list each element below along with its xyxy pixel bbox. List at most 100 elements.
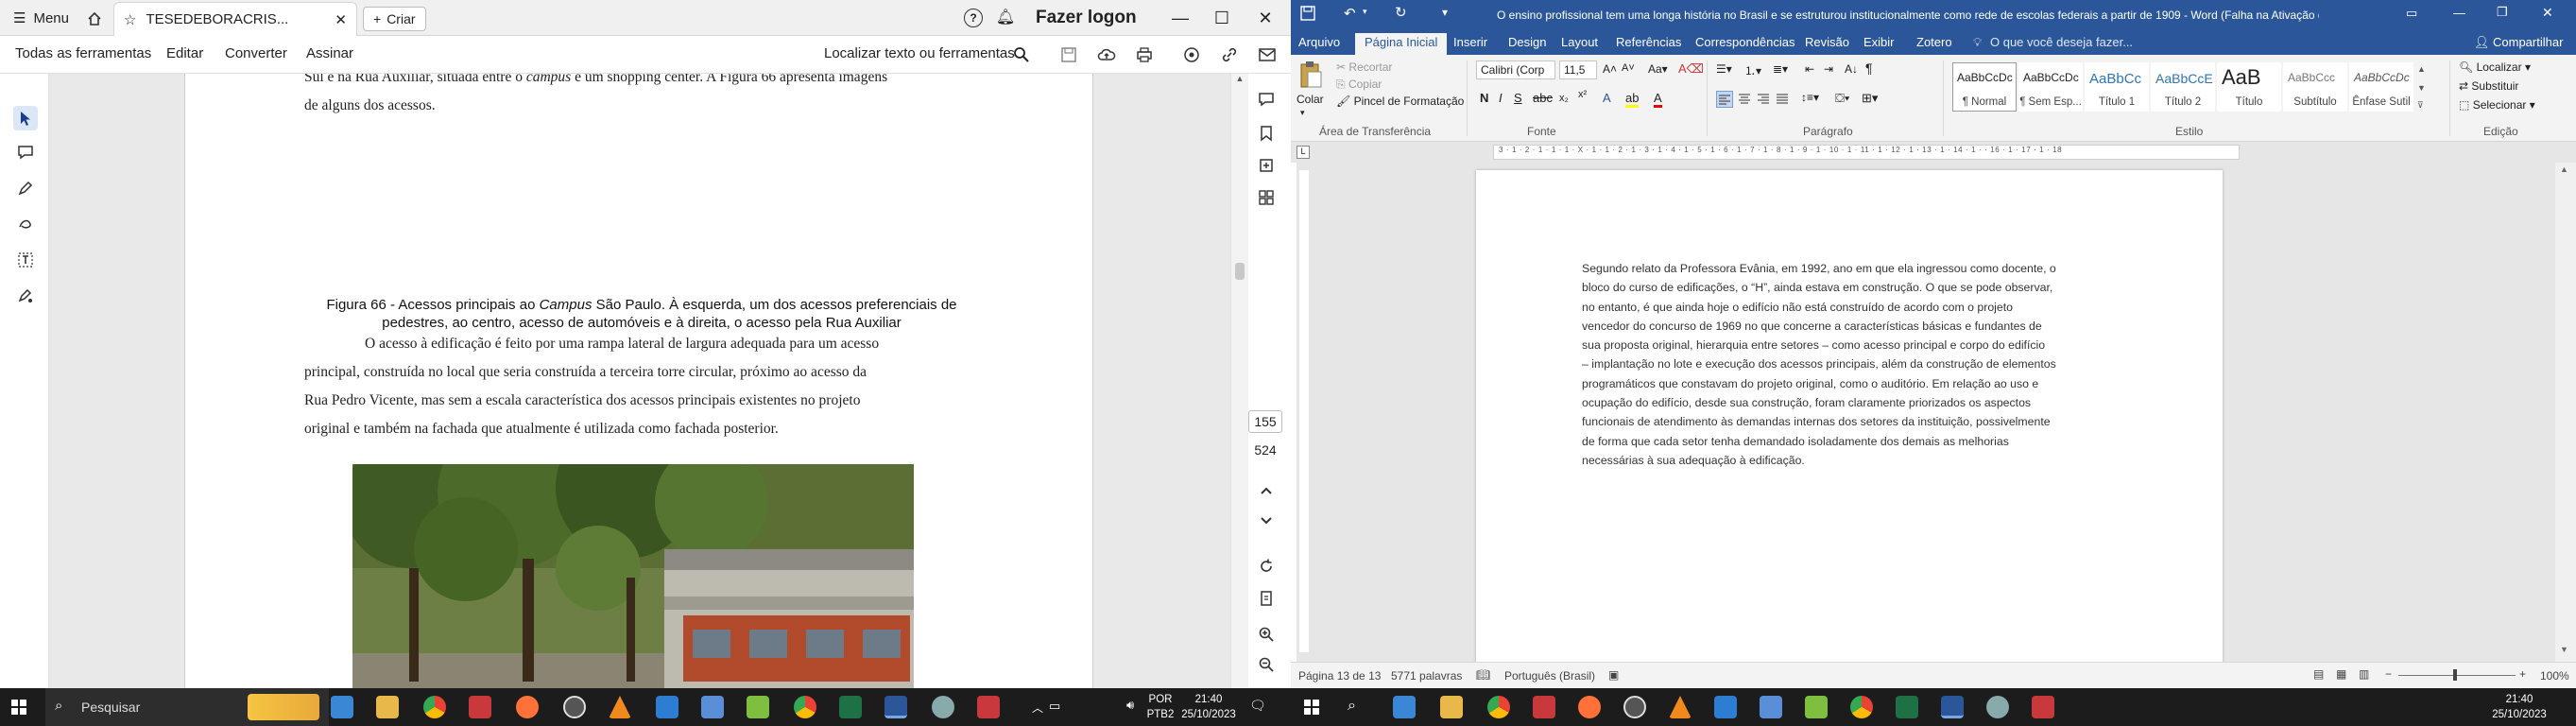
- current-page-field[interactable]: 155: [1248, 410, 1282, 433]
- grow-font-icon[interactable]: A˄: [1603, 62, 1617, 76]
- sign-in-button[interactable]: Fazer logon: [1036, 4, 1137, 32]
- page-fit-icon[interactable]: [1256, 588, 1277, 609]
- word-icon[interactable]: [884, 696, 907, 718]
- todo-icon[interactable]: [1714, 696, 1737, 718]
- sort-icon[interactable]: A↓: [1845, 62, 1858, 76]
- previous-page-icon[interactable]: [1256, 480, 1277, 501]
- draw-freehand-icon[interactable]: [13, 212, 38, 236]
- chrome-profile-icon[interactable]: [1850, 696, 1873, 718]
- excel-icon[interactable]: [1896, 696, 1918, 718]
- todo-icon[interactable]: [656, 696, 678, 718]
- multilevel-list-icon[interactable]: ≣▾: [1773, 62, 1788, 76]
- tab-home[interactable]: Página Inicial: [1355, 33, 1448, 55]
- scroll-thumb[interactable]: [1235, 263, 1245, 280]
- increase-indent-icon[interactable]: ⇥: [1824, 62, 1833, 76]
- body-paragraph[interactable]: Segundo relato da Professora Evânia, em …: [1582, 259, 2121, 470]
- windows-start-icon[interactable]: [1304, 700, 1319, 717]
- save-icon[interactable]: [1058, 44, 1079, 65]
- minimize-icon[interactable]: —: [1160, 4, 1200, 32]
- font-size-field[interactable]: 11,5: [1559, 60, 1597, 79]
- firefox-icon[interactable]: [516, 696, 539, 718]
- app-icon[interactable]: [1805, 696, 1828, 718]
- copy-button[interactable]: ⎘ Copiar: [1336, 78, 1382, 92]
- home-icon[interactable]: [83, 8, 106, 30]
- print-layout-icon[interactable]: ▦: [2336, 667, 2346, 681]
- chrome-icon[interactable]: [423, 696, 446, 718]
- highlight-pen-icon[interactable]: [13, 176, 38, 200]
- add-comment-icon[interactable]: [13, 140, 38, 164]
- mail-icon[interactable]: [1393, 696, 1416, 718]
- style-option[interactable]: AaB Título: [2217, 62, 2281, 112]
- shrink-font-icon[interactable]: A˅: [1622, 62, 1635, 74]
- undo-dropdown-icon[interactable]: ▾: [1363, 7, 1367, 17]
- proofing-icon[interactable]: 📖︎: [1476, 668, 1490, 682]
- scroll-up-arrow[interactable]: ▲: [2560, 164, 2568, 174]
- app-icon[interactable]: [1623, 696, 1646, 718]
- numbering-icon[interactable]: ⒈▾: [1744, 62, 1761, 78]
- acrobat-icon[interactable]: [977, 696, 1000, 718]
- acrobat-icon[interactable]: [2032, 696, 2054, 718]
- search-icon[interactable]: [1011, 44, 1032, 65]
- minimize-icon[interactable]: —: [2453, 6, 2465, 20]
- select-cursor-icon[interactable]: [13, 106, 38, 130]
- decrease-indent-icon[interactable]: ⇤: [1805, 62, 1814, 76]
- read-mode-icon[interactable]: ▤: [2313, 667, 2324, 681]
- text-box-icon[interactable]: [13, 248, 38, 272]
- highlight-color-icon[interactable]: ab: [1625, 91, 1640, 108]
- font-color-icon[interactable]: A: [1654, 91, 1662, 108]
- cut-button[interactable]: ✂ Recortar: [1336, 60, 1392, 74]
- edit-menu[interactable]: Editar: [166, 45, 203, 61]
- maximize-icon[interactable]: ☐: [1202, 4, 1242, 32]
- strikethrough-icon[interactable]: abc: [1533, 91, 1553, 105]
- pdf-reader-icon[interactable]: [1533, 696, 1555, 718]
- font-name-field[interactable]: Calibri (Corp: [1476, 60, 1555, 79]
- file-explorer-icon[interactable]: [1440, 696, 1463, 718]
- clock-date[interactable]: 25/10/2023: [1181, 708, 1236, 721]
- all-tools-menu[interactable]: Todas as ferramentas: [15, 45, 151, 61]
- rotate-icon[interactable]: [1256, 556, 1277, 577]
- print-icon[interactable]: [1134, 44, 1155, 65]
- sign-menu[interactable]: Assinar: [306, 45, 353, 61]
- app-icon[interactable]: [932, 696, 954, 718]
- justify-icon[interactable]: [1775, 91, 1790, 109]
- tab-selector-icon[interactable]: L: [1297, 146, 1310, 159]
- zoom-level[interactable]: 100%: [2540, 669, 2569, 683]
- web-layout-icon[interactable]: ▥: [2359, 667, 2369, 681]
- vlc-icon[interactable]: [609, 696, 631, 718]
- comments-icon[interactable]: [1256, 89, 1277, 110]
- word-document-canvas[interactable]: Segundo relato da Professora Evânia, em …: [1312, 163, 2555, 662]
- pdf-reader-icon[interactable]: [469, 696, 491, 718]
- tray-chevron-icon[interactable]: ︿: [1032, 700, 1043, 716]
- save-icon[interactable]: [1300, 6, 1319, 25]
- keyboard-layout[interactable]: PTB2: [1142, 708, 1179, 721]
- zoom-out-icon[interactable]: [1256, 654, 1277, 675]
- tab-insert[interactable]: Inserir: [1453, 35, 1487, 49]
- email-icon[interactable]: [1257, 44, 1278, 65]
- pdf-document-canvas[interactable]: Sul e na Rua Auxiliar, situada entre o c…: [49, 74, 1230, 688]
- shading-icon[interactable]: ⛋▾: [1835, 91, 1849, 106]
- link-icon[interactable]: [1219, 44, 1240, 65]
- styles-more-icon[interactable]: ⊽: [2417, 100, 2424, 111]
- close-window-icon[interactable]: ✕: [1245, 4, 1285, 32]
- paste-button[interactable]: Colar: [1297, 93, 1324, 106]
- search-tools-field[interactable]: Localizar texto ou ferramentas: [824, 45, 1015, 61]
- ribbon-display-icon[interactable]: ▭: [2406, 6, 2417, 21]
- clear-formatting-icon[interactable]: A⌫: [1678, 61, 1704, 77]
- firefox-icon[interactable]: [1578, 696, 1601, 718]
- thumbnails-icon[interactable]: [1256, 187, 1277, 208]
- clock-date[interactable]: 25/10/2023: [2491, 708, 2548, 721]
- style-option[interactable]: AaBbCc Título 1: [2085, 62, 2149, 112]
- language-indicator[interactable]: Português (Brasil): [1504, 669, 1595, 683]
- cube-app-icon[interactable]: [701, 696, 724, 718]
- zoom-slider[interactable]: [2398, 675, 2516, 676]
- style-option[interactable]: AaBbCcc Subtítulo: [2283, 62, 2347, 112]
- tab-document[interactable]: ☆ TESEDEBORACRIS... ✕: [113, 2, 357, 36]
- select-button[interactable]: ⬚ Selecionar ▾: [2459, 98, 2535, 112]
- cloud-upload-icon[interactable]: [1096, 44, 1117, 65]
- create-button[interactable]: + Criar: [363, 7, 426, 31]
- borders-icon[interactable]: ⊞▾: [1862, 91, 1878, 106]
- search-icon[interactable]: ⌕: [1348, 698, 1356, 715]
- vertical-scrollbar[interactable]: ▲ ▼: [2555, 163, 2576, 662]
- format-painter-button[interactable]: 🖌︎ Pincel de Formatação: [1336, 95, 1464, 108]
- share-review-icon[interactable]: [1181, 44, 1202, 65]
